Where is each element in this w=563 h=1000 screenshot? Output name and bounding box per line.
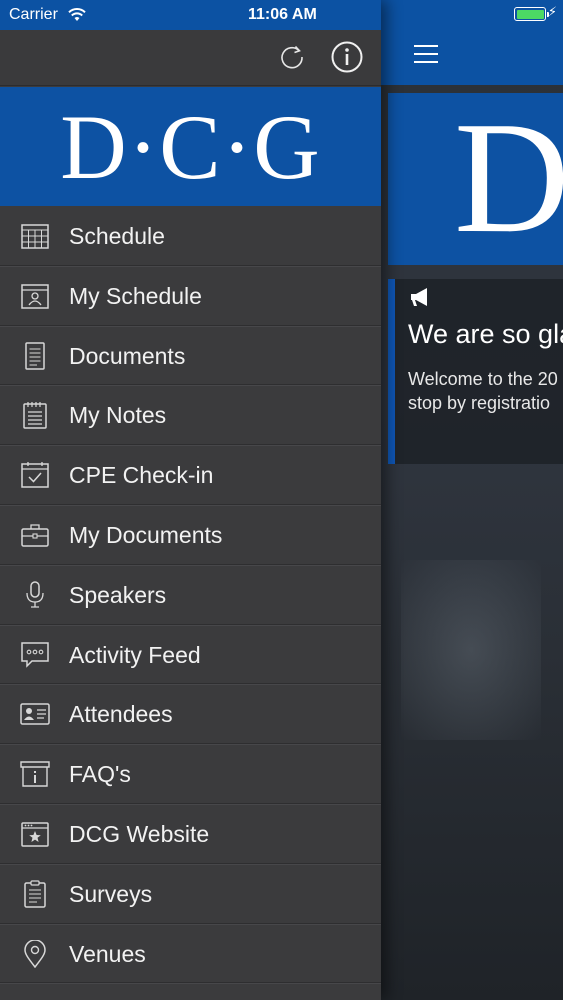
info-box-icon [20, 760, 50, 788]
logo-banner: D·C·G [0, 87, 381, 206]
menu-item-speakers[interactable]: Speakers [0, 565, 381, 626]
announcement-body: Welcome to the 20 stop by registratio [408, 367, 558, 415]
carrier-label: Carrier [9, 6, 58, 23]
calendar-check-icon [20, 461, 50, 489]
announcement-card[interactable]: We are so gla Welcome to the 20 stop by … [388, 279, 563, 464]
announcement-body-line: Welcome to the 20 [408, 369, 558, 389]
chat-bubble-icon [20, 641, 50, 669]
menu-item-my-schedule[interactable]: My Schedule [0, 266, 381, 327]
drawer-toolbar [0, 30, 381, 86]
navigation-drawer: Carrier 11:06 AM D·C·G Schedule My Sched… [0, 0, 381, 1000]
main-nav-bar [381, 30, 563, 85]
menu-item-label: Activity Feed [69, 641, 201, 668]
menu-item-attendees[interactable]: Attendees [0, 684, 381, 745]
document-icon [20, 341, 50, 370]
status-bar: Carrier 11:06 AM [0, 0, 381, 30]
menu-item-label: My Notes [69, 402, 167, 429]
megaphone-icon [411, 288, 427, 306]
battery-icon [514, 7, 549, 21]
calendar-person-icon [20, 282, 50, 310]
announcement-title: We are so gla [408, 319, 563, 349]
menu-item-my-notes[interactable]: My Notes [0, 385, 381, 446]
microphone-icon [20, 581, 50, 609]
wifi-icon [68, 8, 86, 21]
menu-item-label: Speakers [69, 581, 167, 608]
clipboard-icon [20, 880, 50, 908]
main-banner: D [388, 93, 563, 265]
charging-bolt-icon: ⚡ [547, 4, 557, 19]
refresh-icon[interactable] [278, 43, 306, 71]
menu-item-label: FAQ's [69, 761, 131, 788]
menu-item-dcg-website[interactable]: DCG Website [0, 804, 381, 865]
notepad-icon [20, 401, 50, 430]
drawer-menu: Schedule My Schedule Documents My Notes … [0, 206, 381, 985]
menu-item-documents[interactable]: Documents [0, 326, 381, 387]
info-icon[interactable] [331, 41, 363, 73]
menu-item-label: Schedule [69, 223, 165, 249]
menu-item-faqs[interactable]: FAQ's [0, 744, 381, 805]
menu-item-label: My Documents [69, 521, 223, 548]
menu-item-venues[interactable]: Venues [0, 924, 381, 985]
menu-item-label: Venues [69, 940, 146, 967]
hamburger-menu-icon[interactable] [414, 45, 438, 65]
main-content-pane: ⚡ D We are so gla Welcome to the 20 stop… [381, 0, 563, 1000]
calendar-grid-icon [20, 222, 50, 250]
main-banner-logo: D [454, 93, 563, 265]
menu-item-my-documents[interactable]: My Documents [0, 505, 381, 566]
menu-item-label: My Schedule [69, 282, 202, 309]
announcement-body-line: stop by registratio [408, 393, 551, 413]
menu-item-surveys[interactable]: Surveys [0, 864, 381, 925]
menu-item-schedule[interactable]: Schedule [0, 206, 381, 267]
menu-item-label: DCG Website [69, 820, 210, 847]
dcg-logo: D·C·G [60, 96, 321, 198]
menu-item-label: Documents [69, 342, 186, 369]
menu-item-activity-feed[interactable]: Activity Feed [0, 625, 381, 686]
status-bar-right: ⚡ [381, 0, 563, 30]
map-pin-icon [20, 938, 50, 968]
browser-star-icon [20, 820, 50, 848]
menu-item-cpe-check-in[interactable]: CPE Check-in [0, 445, 381, 506]
menu-item-label: CPE Check-in [69, 462, 214, 489]
status-time: 11:06 AM [248, 6, 317, 23]
menu-item-label: Attendees [69, 701, 173, 728]
briefcase-icon [20, 521, 50, 549]
id-card-icon [20, 700, 50, 728]
menu-item-label: Surveys [69, 880, 153, 907]
background-photo [401, 560, 541, 740]
